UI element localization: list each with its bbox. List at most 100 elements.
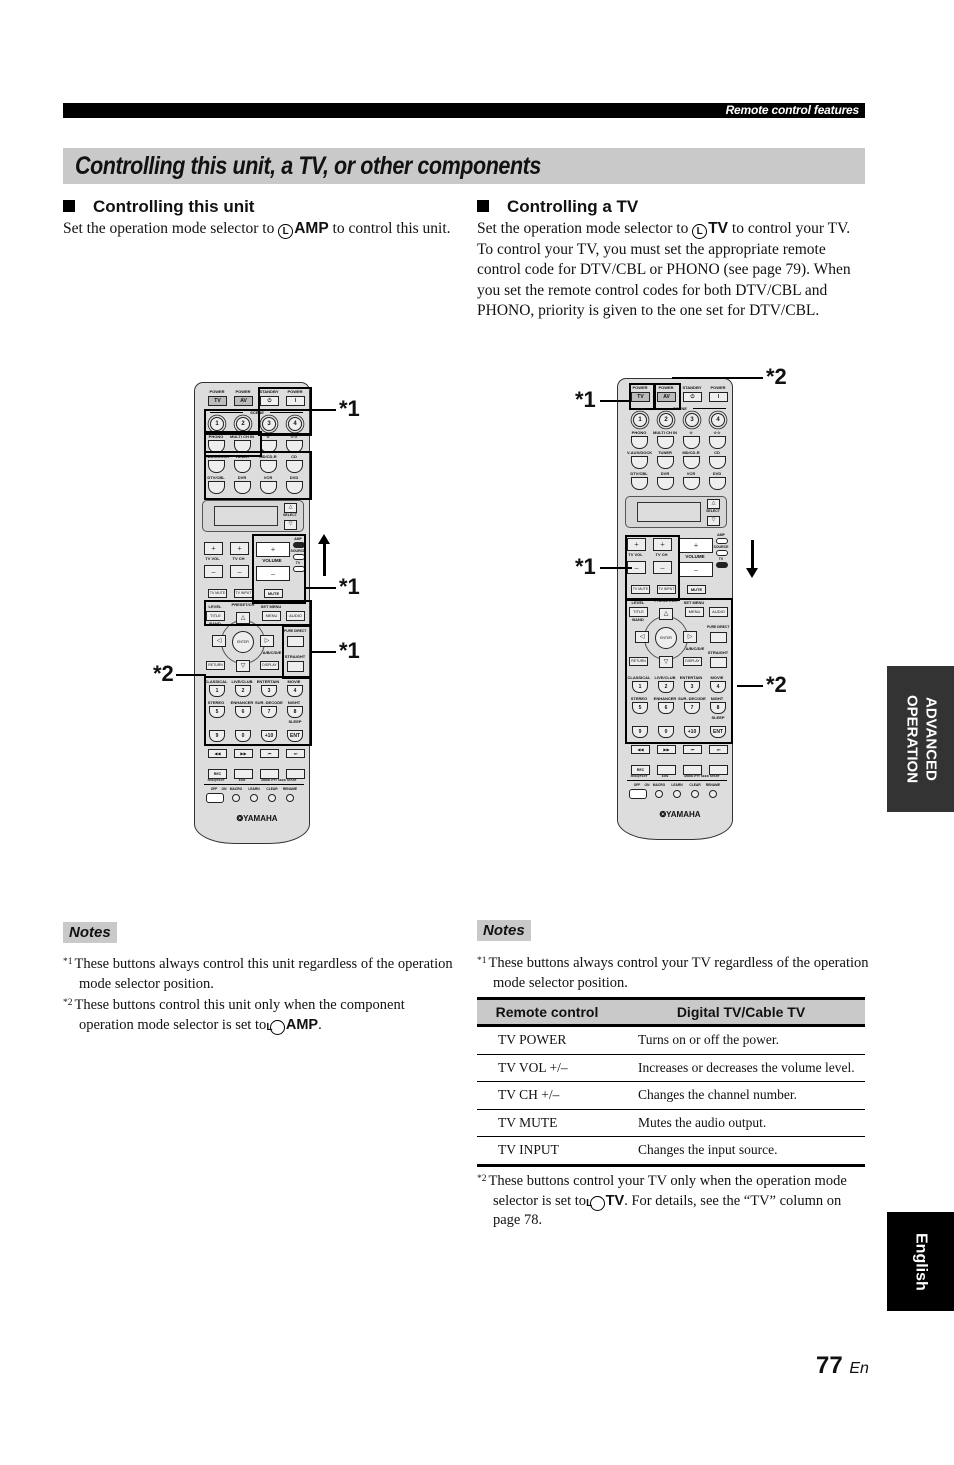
selector-l-icon: L <box>692 224 708 239</box>
volume-down-button: – <box>679 562 713 577</box>
transport-button: ▶▶ <box>234 749 253 758</box>
page-language: En <box>849 1360 869 1377</box>
volume-label: VOLUME <box>685 554 705 559</box>
mode-amp: AMP <box>294 220 329 237</box>
power-button-0: TV <box>208 396 227 406</box>
cell-function: Increases or decreases the volume level. <box>617 1054 865 1082</box>
divider-line <box>627 780 727 781</box>
minus-button: – <box>230 565 249 578</box>
highlight-box-menu <box>204 600 312 626</box>
small-round-button <box>709 790 717 798</box>
small-round-button <box>232 794 240 802</box>
enter-button: ENTER <box>232 631 254 653</box>
power-label: POWER <box>710 385 726 390</box>
bottom-label: MACRO <box>229 787 243 791</box>
running-header-bar: Remote control features <box>63 103 865 118</box>
callout-line <box>600 567 632 569</box>
bottom-label: MACRO <box>652 783 666 787</box>
down-button: ▽ <box>236 660 250 672</box>
page-title: Controlling this unit, a TV, or other co… <box>75 152 541 180</box>
input-label: CD <box>714 450 720 455</box>
input-label: MD/CD-R <box>682 450 700 455</box>
callout-2: *2 <box>766 364 787 389</box>
scene-button-3: 4 <box>711 413 725 427</box>
mode-indicator <box>716 538 728 544</box>
on-off-switch <box>629 789 647 799</box>
input-label: ☆ <box>689 430 693 435</box>
mode-label: SOURCE <box>713 545 729 549</box>
power-label: POWER <box>235 389 251 394</box>
arrow-head-icon <box>746 568 758 578</box>
notes-list-left: *1 These buttons always control this unit… <box>63 953 458 1035</box>
transport-button: ◀◀ <box>631 745 650 754</box>
callout-line <box>304 587 336 589</box>
section-heading-text: Controlling this unit <box>93 197 255 216</box>
input-label: DVD <box>712 471 722 476</box>
small-round-button <box>268 794 276 802</box>
callout-line <box>310 651 336 653</box>
cell-function: Turns on or off the power. <box>617 1025 865 1055</box>
mode-pty-label: MODE PTY SEEK START <box>261 778 297 782</box>
callout-line <box>600 400 630 402</box>
on-off-switch <box>206 793 224 803</box>
arrow-up-icon <box>323 540 326 576</box>
divider-line <box>204 784 304 785</box>
transport-button: ⏭ <box>709 745 728 754</box>
mode-indicator <box>716 562 728 568</box>
section-intro-this-unit: Set the operation mode selector to L AMP … <box>63 220 451 239</box>
selector-l-icon: L <box>278 224 294 239</box>
mode-pty-label: MODE PTY SEEK START <box>684 774 720 778</box>
table-row: TV MUTE Mutes the audio output. <box>477 1109 865 1137</box>
section-heading-this-unit: Controlling this unit <box>63 197 254 217</box>
small-round-button <box>691 790 699 798</box>
bottom-label: CLEAR <box>266 787 278 791</box>
scene-button-1: 2 <box>659 413 673 427</box>
lcd-display <box>214 506 278 526</box>
select-up-button: △ <box>284 503 297 513</box>
minus-button: – <box>204 565 223 578</box>
right-button: ▷ <box>260 635 274 647</box>
page-number: 77 En <box>816 1352 869 1379</box>
transport-button: ⏮ <box>260 749 279 758</box>
section-heading-tv: Controlling a TV <box>477 197 638 217</box>
transport-button: ⏮ <box>683 745 702 754</box>
tv-functions-table: Remote control Digital TV/Cable TV TV PO… <box>477 997 865 1167</box>
table-row: TV VOL +/– Increases or decreases the vol… <box>477 1054 865 1082</box>
tv_mute-button: TV MUTE <box>208 589 227 598</box>
note-item: *1 These buttons always control this unit… <box>63 956 453 992</box>
eon-label: EON <box>661 774 669 778</box>
tv-functions-table-wrap: Remote control Digital TV/Cable TV TV PO… <box>477 997 865 1167</box>
table-row: TV INPUT Changes the input source. <box>477 1136 865 1167</box>
callout-1: *1 <box>339 574 360 599</box>
callout-1: *1 <box>339 396 360 421</box>
callout-line <box>737 685 763 687</box>
callout-2: *2 <box>153 661 174 686</box>
yamaha-logo: ❂YAMAHA <box>236 814 278 823</box>
section-intro-tv: Set the operation mode selector to L TV t… <box>477 220 851 319</box>
select-down-button: ▽ <box>284 520 297 530</box>
highlight-box-tv-controls <box>625 535 680 601</box>
yamaha-logo: ❂YAMAHA <box>659 810 701 819</box>
bottom-label: LEARN <box>248 787 260 791</box>
power-label: POWER <box>209 389 225 394</box>
left-button: ◁ <box>212 635 226 647</box>
transport-button: ⏭ <box>286 749 305 758</box>
mode-tv: TV <box>708 220 729 237</box>
select-down-button: ▽ <box>707 516 720 526</box>
select-up-button: △ <box>707 499 720 509</box>
note-item: *1 These buttons always control your TV r… <box>477 955 869 991</box>
eon-label: EON <box>238 778 246 782</box>
callout-2: *2 <box>766 672 787 697</box>
running-header-label: Remote control features <box>725 103 860 117</box>
callout-line <box>176 674 206 676</box>
power-button-2: ⏻ <box>683 392 702 402</box>
selector-l-icon: L <box>266 1019 285 1035</box>
bullet-square-icon <box>477 200 489 212</box>
plus-button: + <box>230 542 249 555</box>
bullet-square-icon <box>63 200 75 212</box>
cell-function: Changes the input source. <box>617 1136 865 1167</box>
return-button: RETURN <box>206 661 225 670</box>
cell-function: Changes the channel number. <box>617 1081 865 1110</box>
highlight-box-pure <box>282 625 312 679</box>
highlight-box-inputs-2 <box>204 451 312 500</box>
